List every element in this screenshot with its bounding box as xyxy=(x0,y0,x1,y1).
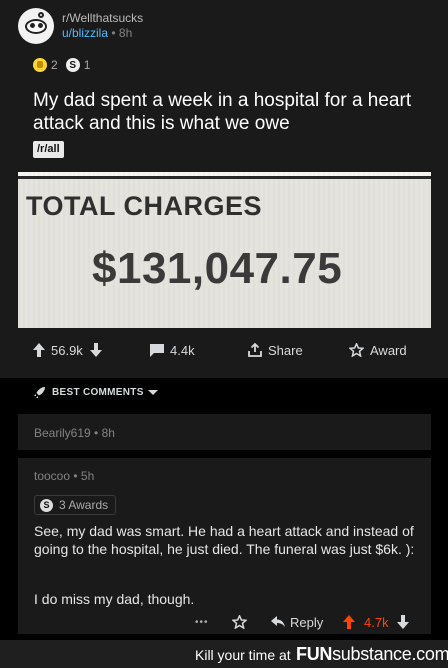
comments-sort-label: BEST COMMENTS xyxy=(52,386,144,398)
post-actions: 56.9k 4.4k Share Award xyxy=(0,337,448,363)
brand-com: .com xyxy=(411,644,448,664)
chevron-down-icon xyxy=(147,389,158,395)
post-meta: r/Wellthatsucks u/blizzila • 8h xyxy=(62,11,143,41)
brand-fun: FUN xyxy=(296,644,333,664)
post-username[interactable]: u/blizzila xyxy=(62,26,108,40)
comments-count: 4.4k xyxy=(170,342,195,358)
watermark-bar: Kill your time at FUNsubstance.com xyxy=(0,640,448,668)
comments-button[interactable]: 4.4k xyxy=(150,337,195,363)
post-score: 56.9k xyxy=(51,342,83,358)
upvote-icon[interactable] xyxy=(343,615,355,629)
downvote-icon[interactable] xyxy=(396,615,409,629)
award-icon xyxy=(349,343,364,357)
post-title[interactable]: My dad spent a week in a hospital for a … xyxy=(33,89,433,135)
comment-icon xyxy=(150,343,164,357)
brand-substance: substance xyxy=(332,644,412,664)
post-age: • 8h xyxy=(108,26,133,40)
comment-score: 4.7k xyxy=(364,614,389,630)
silver-award-count: 1 xyxy=(83,58,91,72)
silver-award-icon: S xyxy=(40,498,53,512)
comment-age: • 5h xyxy=(70,469,95,483)
comments-sort-button[interactable]: BEST COMMENTS xyxy=(0,378,448,406)
comment-author[interactable]: Bearily619 xyxy=(34,426,91,440)
comment-awards-badge[interactable]: S 3 Awards xyxy=(34,495,117,515)
award-button[interactable]: Award xyxy=(349,337,407,363)
post-userline: u/blizzila • 8h xyxy=(62,26,143,41)
award-label: Award xyxy=(370,342,407,358)
share-label: Share xyxy=(268,342,303,358)
post-header: r/Wellthatsucks u/blizzila • 8h xyxy=(18,8,143,44)
comment-author[interactable]: toocoo xyxy=(34,469,70,483)
more-options-icon[interactable]: ••• xyxy=(195,612,209,632)
rocket-icon xyxy=(34,386,45,398)
comment[interactable]: toocoo • 5h S 3 Awards See, my dad was s… xyxy=(18,458,431,634)
subreddit-name[interactable]: r/Wellthatsucks xyxy=(62,11,143,26)
watermark-brand: FUNsubstance.com xyxy=(296,644,448,665)
gold-award-count: 2 xyxy=(51,58,58,72)
reply-icon xyxy=(271,616,285,627)
award-icon xyxy=(232,615,247,629)
reply-button[interactable]: Reply xyxy=(271,612,323,632)
award-button[interactable] xyxy=(232,612,247,632)
upvote-icon[interactable] xyxy=(33,343,45,357)
post-awards[interactable]: 2 S 1 xyxy=(33,58,90,72)
comment-actions: ••• Reply 4.7k xyxy=(0,612,448,632)
subreddit-avatar-icon[interactable] xyxy=(18,8,54,44)
reply-label: Reply xyxy=(290,614,324,630)
image-label-total-charges: TOTAL CHARGES xyxy=(26,191,263,221)
image-amount: $131,047.75 xyxy=(92,244,343,293)
comment-awards-label: 3 Awards xyxy=(59,498,109,512)
post-image[interactable]: TOTAL CHARGES $131,047.75 xyxy=(18,172,431,328)
share-button[interactable]: Share xyxy=(248,337,303,363)
comment-age: • 8h xyxy=(90,426,115,440)
share-icon xyxy=(248,343,262,357)
comment-meta: toocoo • 5h xyxy=(34,469,94,483)
post-flair[interactable]: /r/all xyxy=(33,141,64,158)
gold-award-icon xyxy=(33,58,47,72)
comment-meta: Bearily619 • 8h xyxy=(34,426,115,440)
comment-body: See, my dad was smart. He had a heart at… xyxy=(34,523,415,557)
silver-award-icon: S xyxy=(65,58,80,72)
vote-group: 56.9k xyxy=(33,337,102,363)
watermark-tagline: Kill your time at xyxy=(195,647,291,663)
downvote-icon[interactable] xyxy=(89,343,102,357)
comment-body: I do miss my dad, though. xyxy=(34,591,195,607)
comment-vote-group: 4.7k xyxy=(343,612,409,632)
post-card: r/Wellthatsucks u/blizzila • 8h 2 S 1 My… xyxy=(0,0,448,378)
comment[interactable]: Bearily619 • 8h xyxy=(18,414,431,450)
